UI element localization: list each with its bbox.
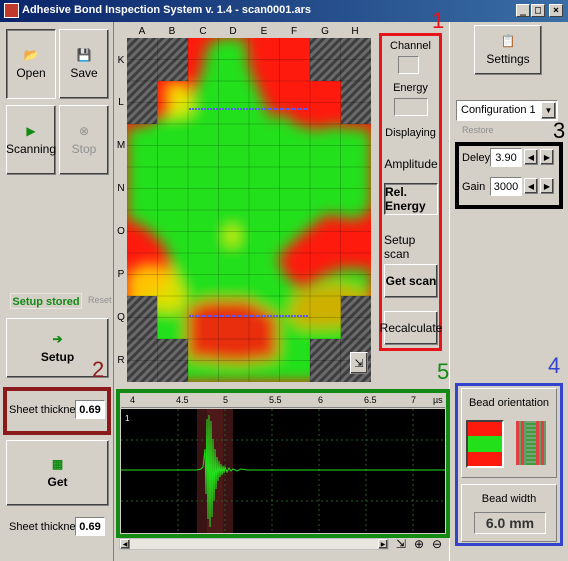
stop-button[interactable]: ⊗ Stop	[59, 105, 109, 175]
arrow-left-icon: ◀	[527, 181, 535, 191]
scan-map[interactable]	[127, 38, 371, 382]
title-bar: Adhesive Bond Inspection System v. 1.4 -…	[0, 0, 568, 22]
gain-increase-button[interactable]: ▶	[540, 178, 554, 194]
column-label-d: D	[229, 26, 237, 37]
maximize-button[interactable]: □	[531, 4, 545, 17]
delay-value[interactable]: 3.90	[490, 148, 522, 167]
bead-orientation-label: Bead orientation	[468, 397, 550, 409]
map-cursor-tool-button[interactable]: ⇲	[350, 352, 368, 374]
tick-4-5: 4.5	[176, 395, 189, 405]
scan-play-icon: ▶	[26, 124, 36, 138]
floppy-disk-icon: 💾	[76, 48, 92, 62]
stop-icon: ⊗	[78, 124, 90, 138]
gain-value[interactable]: 3000	[490, 177, 522, 196]
chevron-down-icon[interactable]: ▼	[541, 102, 556, 119]
delay-increase-button[interactable]: ▶	[540, 149, 554, 165]
tick-4: 4	[130, 395, 136, 405]
grid-table-icon: ▦	[51, 457, 64, 471]
sheet-thickness-value-2: 0.69	[75, 517, 105, 536]
gain-decrease-button[interactable]: ◀	[524, 178, 538, 194]
get-scan-button[interactable]: Get scan	[384, 264, 438, 298]
row-label-p: P	[117, 269, 125, 280]
minimize-button[interactable]: _	[516, 4, 530, 17]
tick-6: 6	[318, 395, 324, 405]
row-label-n: N	[117, 183, 125, 194]
column-label-a: A	[138, 26, 146, 37]
settings-button[interactable]: 📋 Settings	[474, 25, 542, 75]
waveform-display[interactable]: 1	[121, 409, 445, 533]
channel-number: 1	[125, 414, 130, 423]
delay-decrease-button[interactable]: ◀	[524, 149, 538, 165]
row-label-k: K	[117, 55, 125, 66]
bead-horizontal-icon	[468, 436, 502, 452]
energy-indicator	[394, 98, 428, 116]
bead-width-label: Bead width	[481, 493, 537, 505]
channel-indicator	[398, 56, 419, 74]
scroll-right-icon[interactable]: ▶	[378, 539, 388, 549]
bead-vertical-option[interactable]	[516, 421, 546, 465]
scan-map-graphic	[127, 38, 371, 382]
annotation-label-3: 3	[553, 118, 566, 143]
annotation-label-2: 2	[92, 357, 105, 382]
row-label-l: L	[118, 97, 124, 108]
displaying-label: Displaying	[385, 127, 436, 139]
recalculate-button[interactable]: Recalculate	[380, 311, 442, 345]
configuration-select[interactable]: Configuration 1 ▼	[456, 100, 558, 121]
row-label-m: M	[116, 140, 126, 151]
cursor-select-icon: ⇲	[354, 357, 364, 370]
annotation-label-4: 4	[548, 353, 561, 378]
delay-label: Deley	[462, 152, 491, 164]
zoom-out-icon[interactable]: ⊖	[432, 537, 442, 551]
row-label-o: O	[117, 226, 125, 237]
get-button[interactable]: ▦ Get	[6, 440, 109, 506]
zoom-in-icon[interactable]: ⊕	[414, 537, 424, 551]
open-button[interactable]: 📂 Open	[6, 29, 56, 99]
window-title: Adhesive Bond Inspection System v. 1.4 -…	[22, 4, 311, 16]
tick-7: 7	[411, 395, 417, 405]
arrow-right-icon: ▶	[543, 152, 551, 162]
column-label-f: F	[290, 26, 298, 37]
column-label-e: E	[260, 26, 268, 37]
reset-link[interactable]: Reset	[88, 295, 112, 305]
arrow-left-icon: ◀	[527, 152, 535, 162]
row-label-q: Q	[117, 312, 125, 323]
settings-sheet-icon: 📋	[500, 34, 516, 48]
column-label-b: B	[168, 26, 176, 37]
arrow-right-icon: ▶	[543, 181, 551, 191]
row-label-r: R	[117, 355, 125, 366]
time-unit: µs	[433, 395, 443, 405]
rel-energy-button[interactable]: Rel. Energy	[384, 183, 438, 215]
bead-vertical-icon	[526, 421, 536, 465]
bead-horizontal-option[interactable]	[466, 420, 504, 468]
close-button[interactable]: ×	[549, 4, 563, 17]
tick-5: 5	[223, 395, 229, 405]
tick-5-5: 5.5	[269, 395, 282, 405]
setup-scan-button[interactable]: Setup scan	[384, 233, 438, 261]
tick-6-5: 6.5	[364, 395, 377, 405]
column-label-c: C	[199, 26, 207, 37]
gain-label: Gain	[462, 181, 486, 193]
sheet-thickness-value: 0.69	[75, 400, 105, 419]
energy-label: Energy	[393, 82, 428, 94]
channel-label: Channel	[390, 40, 431, 52]
column-label-h: H	[351, 26, 359, 37]
annotation-label-1: 1	[432, 8, 445, 33]
waveform-scrollbar[interactable]: ◀ ▶	[119, 538, 389, 550]
setup-stored-status: Setup stored	[10, 293, 82, 309]
cursor-tool-icon[interactable]: ⇲	[396, 537, 406, 551]
save-button[interactable]: 💾 Save	[59, 29, 109, 99]
waveform-time-axis: 4 4.5 5 5.5 6 6.5 7 µs	[121, 394, 445, 408]
scroll-left-icon[interactable]: ◀	[120, 539, 130, 549]
restore-link[interactable]: Restore	[462, 125, 494, 135]
bead-width-value: 6.0 mm	[474, 512, 546, 534]
scanning-button[interactable]: ▶ Scanning	[6, 105, 56, 175]
amplitude-button[interactable]: Amplitude	[384, 150, 438, 178]
app-icon	[4, 3, 19, 18]
setup-arrow-icon: ➔	[52, 332, 63, 346]
folder-open-icon: 📂	[23, 48, 39, 62]
waveform-graphic: 1	[121, 409, 445, 533]
annotation-label-5: 5	[437, 359, 450, 384]
column-label-g: G	[321, 26, 329, 37]
